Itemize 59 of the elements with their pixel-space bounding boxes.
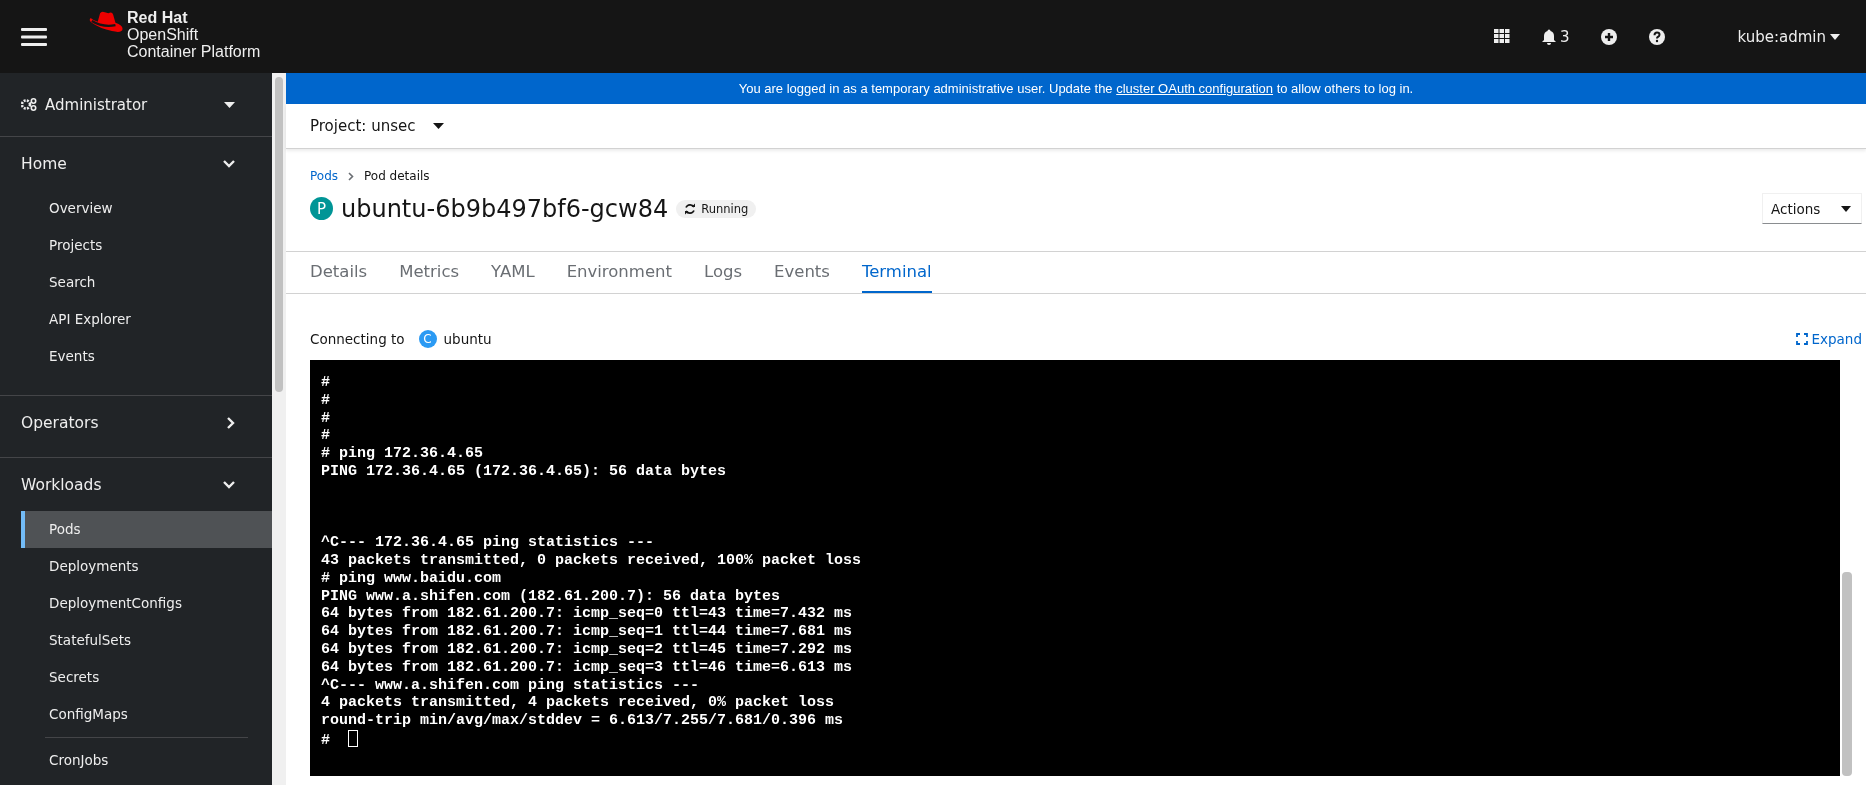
scrollbar[interactable]: [272, 73, 286, 785]
connecting-label: Connecting to: [310, 331, 405, 347]
nav-section[interactable]: Home: [0, 137, 272, 190]
nav-item[interactable]: Search: [21, 264, 272, 301]
tab[interactable]: Events: [774, 252, 830, 293]
actions-dropdown[interactable]: Actions: [1762, 193, 1862, 224]
chevron-down-icon: [223, 480, 235, 489]
pod-badge: P: [310, 197, 333, 220]
tab[interactable]: Environment: [566, 252, 672, 293]
sync-icon: [684, 202, 697, 215]
project-dropdown[interactable]: Project: unsec: [310, 117, 445, 135]
chevron-right-icon: [348, 171, 355, 181]
menu-icon[interactable]: [21, 26, 47, 47]
gears-icon: [21, 98, 37, 111]
tab[interactable]: Details: [310, 252, 368, 293]
nav-section[interactable]: Workloads: [0, 458, 272, 511]
tab[interactable]: Metrics: [399, 252, 460, 293]
nav-item[interactable]: StatefulSets: [21, 622, 272, 659]
terminal-scrollbar[interactable]: [1842, 572, 1852, 776]
expand-icon: [1795, 333, 1808, 345]
nav-item[interactable]: Secrets: [21, 659, 272, 696]
container-badge: C: [418, 330, 437, 348]
brand-name: Red Hat: [127, 9, 189, 26]
bell-icon: [1541, 28, 1556, 45]
nav-item[interactable]: DeploymentConfigs: [21, 585, 272, 622]
terminal-output: # # # # # ping 172.36.4.65 PING 172.36.4.65 (172.36.4.65): 56 data bytes ^C--- 172.36.4.65 ping statistics --- 43 packets transmitted, 0 packets received, 100% packet loss # ping www.baidu.com PING www.a.shifen.com (182.61.200.7): 56 data bytes 64 bytes from 182.61.200.7: icmp_seq=0 ttl=43 time=7.432 ms 64 bytes from 182.61.200.7: icmp_seq=1 ttl=44 time=7.681 ms 64 bytes from 182.61.200.7: icmp_seq=2 ttl=45 time=7.292 ms 64 bytes from 182.61.200.7: icmp_seq=3 ttl=46 time=6.613 ms ^C--- www.a.shifen.com ping statistics --- 4 packets transmitted, 4 packets received, 0% packet loss round-trip min/avg/max/stddev = 6.613/7.255/7.681/0.396 ms #: [321, 374, 862, 749]
product-subtitle: Container Platform: [127, 43, 261, 60]
help-icon[interactable]: [1649, 28, 1666, 45]
nav-item[interactable]: CronJobs: [21, 742, 272, 779]
nav-item[interactable]: ConfigMaps: [21, 696, 272, 733]
tab[interactable]: YAML: [491, 252, 535, 293]
nav-item[interactable]: Deployments: [21, 548, 272, 585]
caret-icon: [224, 101, 235, 108]
notifications-button[interactable]: 3: [1541, 27, 1570, 46]
nav-item[interactable]: API Explorer: [21, 301, 272, 338]
grid-icon[interactable]: [1493, 29, 1510, 44]
nav-item[interactable]: Projects: [21, 227, 272, 264]
nav-section[interactable]: Operators: [0, 396, 272, 449]
breadcrumb-current: Pod details: [364, 169, 430, 183]
chevron-right-icon: [227, 416, 235, 429]
chevron-down-icon: [223, 159, 235, 168]
expand-link[interactable]: Expand: [1795, 331, 1862, 347]
container-name: ubuntu: [443, 331, 492, 347]
nav-item[interactable]: Pods: [21, 511, 272, 548]
tab[interactable]: Terminal: [861, 252, 932, 293]
caret-icon: [1841, 205, 1851, 212]
user-menu[interactable]: kube:admin: [1737, 27, 1840, 46]
tab[interactable]: Logs: [704, 252, 743, 293]
add-icon[interactable]: [1601, 28, 1618, 45]
product-name: OpenShift: [127, 26, 200, 43]
caret-icon: [433, 123, 445, 129]
status-label: Running: [676, 199, 757, 218]
pod-name: ubuntu-6b9b497bf6-gcw84: [341, 194, 669, 223]
login-banner-message: You are logged in as a temporary administrative user. Update the cluster OAuth configuration to allow others to log in.: [286, 73, 1866, 104]
oauth-config-link[interactable]: cluster OAuth configuration: [1116, 81, 1274, 96]
caret-icon: [1830, 33, 1840, 40]
nav-item[interactable]: Overview: [21, 190, 272, 227]
nav-item[interactable]: Events: [21, 338, 272, 375]
breadcrumb-link[interactable]: Pods: [310, 169, 339, 183]
